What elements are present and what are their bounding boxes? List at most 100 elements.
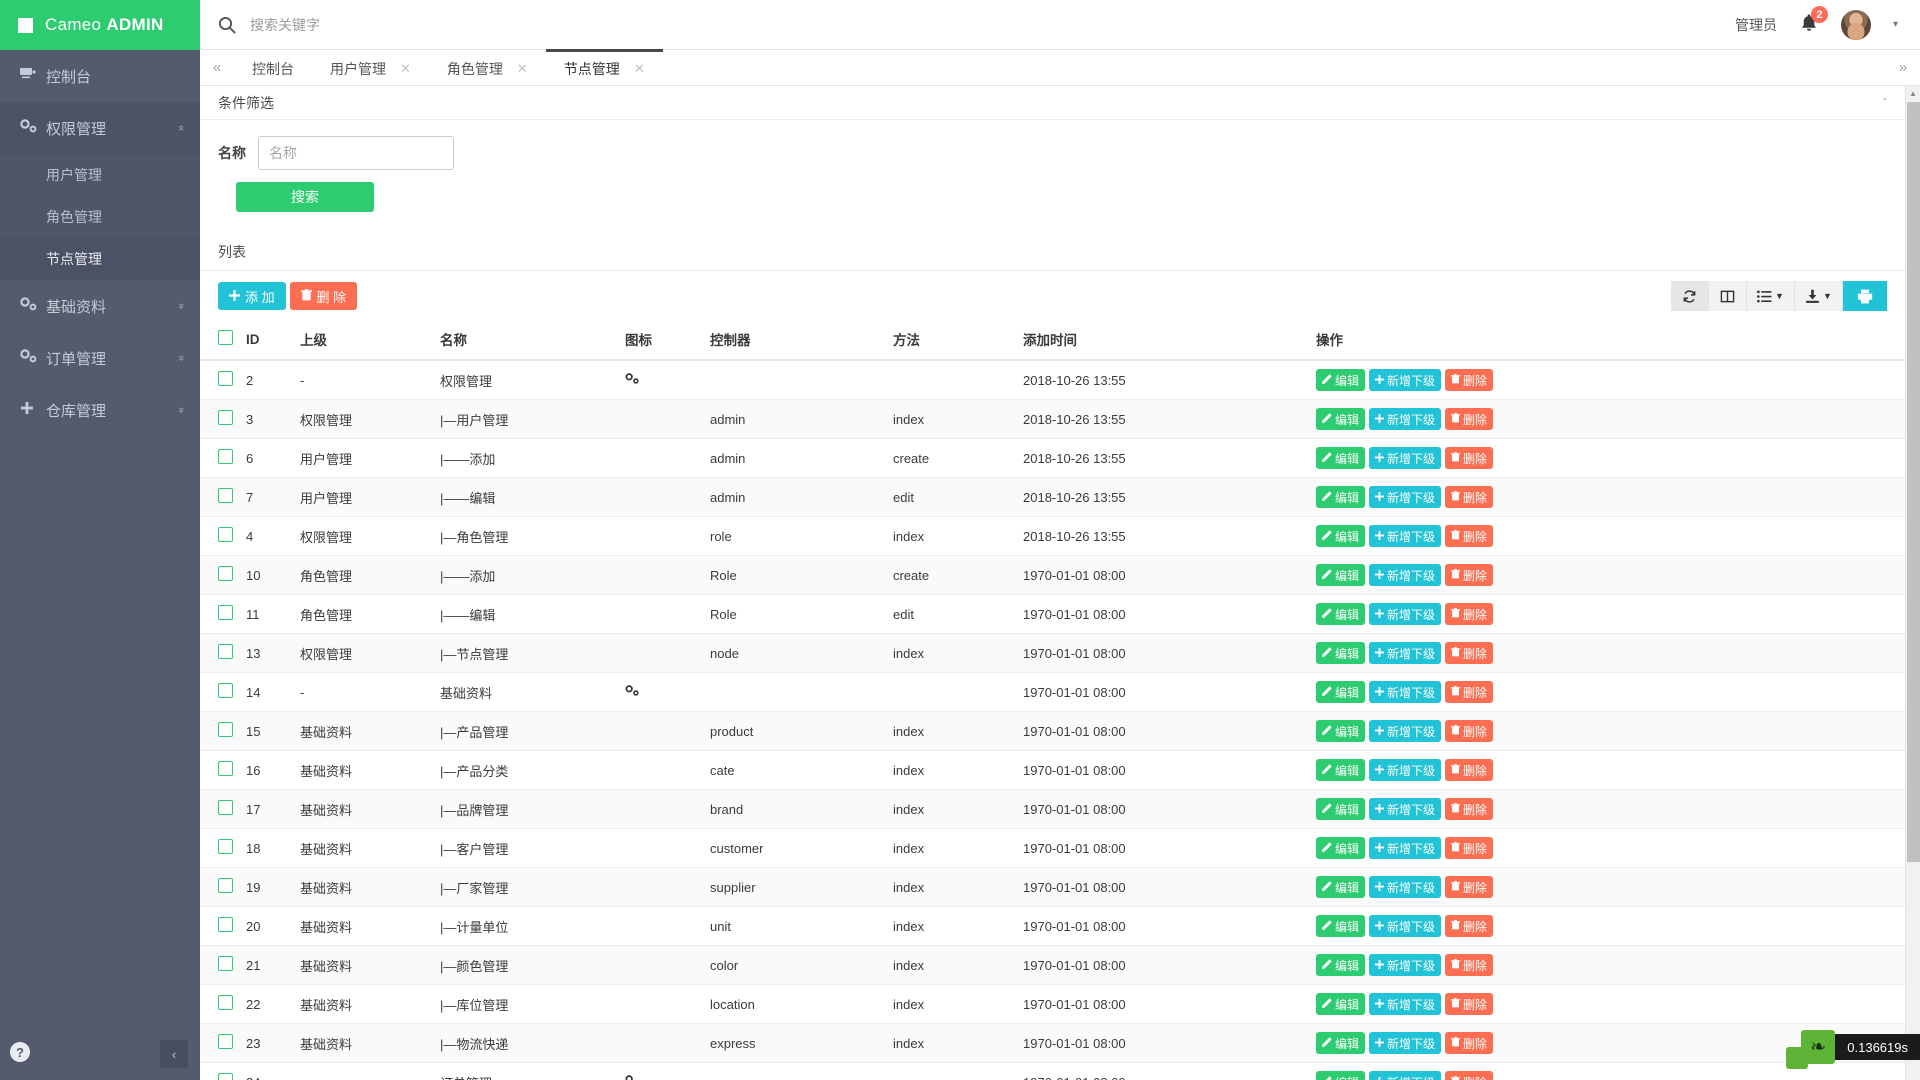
sidebar-item-basic-data[interactable]: 基础资料 »	[0, 280, 200, 332]
chevron-up-icon[interactable]: «	[175, 125, 187, 131]
row-add-child-button[interactable]: 新增下级	[1369, 642, 1442, 664]
row-add-child-button[interactable]: 新增下级	[1369, 798, 1442, 820]
row-add-child-button[interactable]: 新增下级	[1369, 954, 1442, 976]
row-add-child-button[interactable]: 新增下级	[1369, 564, 1442, 586]
row-delete-button[interactable]: 删除	[1445, 1071, 1494, 1080]
row-edit-button[interactable]: 编辑	[1316, 1032, 1366, 1054]
row-add-child-button[interactable]: 新增下级	[1369, 759, 1442, 781]
row-delete-button[interactable]: 删除	[1445, 564, 1494, 586]
table-row[interactable]: 17 基础资料 |—品牌管理 brand index 1970-01-01 08:00 编辑…	[200, 789, 1905, 829]
close-icon[interactable]: ✕	[400, 61, 411, 77]
row-edit-button[interactable]: 编辑	[1316, 486, 1366, 508]
row-delete-button[interactable]: 删除	[1445, 915, 1494, 937]
row-edit-button[interactable]: 编辑	[1316, 1071, 1366, 1080]
tab-2[interactable]: 角色管理 ✕	[429, 49, 546, 85]
row-edit-button[interactable]: 编辑	[1316, 681, 1366, 703]
row-add-child-button[interactable]: 新增下级	[1369, 1071, 1442, 1080]
row-add-child-button[interactable]: 新增下级	[1369, 993, 1442, 1015]
sidebar-item-orders[interactable]: 订单管理 »	[0, 332, 200, 384]
row-add-child-button[interactable]: 新增下级	[1369, 447, 1442, 469]
tab-3[interactable]: 节点管理 ✕	[545, 49, 663, 85]
tab-scroll-left-button[interactable]: «	[200, 50, 234, 85]
row-delete-button[interactable]: 删除	[1445, 369, 1494, 391]
vertical-scrollbar[interactable]: ▲	[1905, 86, 1920, 1080]
sidebar-item-warehouse[interactable]: 仓库管理 »	[0, 384, 200, 436]
print-icon[interactable]	[1843, 281, 1887, 311]
row-checkbox[interactable]	[218, 878, 233, 893]
row-edit-button[interactable]: 编辑	[1316, 993, 1366, 1015]
row-checkbox[interactable]	[218, 956, 233, 971]
column-header-icon[interactable]: 图标	[619, 319, 704, 361]
row-edit-button[interactable]: 编辑	[1316, 720, 1366, 742]
table-row[interactable]: 20 基础资料 |—计量单位 unit index 1970-01-01 08:00 编辑 新…	[200, 906, 1905, 946]
table-row[interactable]: 4 权限管理 |—角色管理 role index 2018-10-26 13:55 编辑 新增…	[200, 516, 1905, 556]
row-checkbox[interactable]	[218, 683, 233, 698]
sidebar-item-nodes[interactable]: 节点管理	[0, 238, 200, 280]
list-view-icon[interactable]: ▼	[1747, 281, 1795, 311]
row-delete-button[interactable]: 删除	[1445, 486, 1494, 508]
row-checkbox[interactable]	[218, 995, 233, 1010]
close-icon[interactable]: ✕	[517, 61, 528, 77]
row-edit-button[interactable]: 编辑	[1316, 642, 1366, 664]
table-row[interactable]: 18 基础资料 |—客户管理 customer index 1970-01-01 08:0…	[200, 828, 1905, 868]
table-row[interactable]: 2- 权限管理 2018-10-26 13:55 编辑 新增下级 删除	[200, 360, 1905, 400]
row-checkbox[interactable]	[218, 1073, 233, 1080]
table-row[interactable]: 11 角色管理 |——编辑 Role edit 1970-01-01 08:00 编辑 新增下…	[200, 594, 1905, 634]
row-add-child-button[interactable]: 新增下级	[1369, 1032, 1442, 1054]
row-checkbox[interactable]	[218, 917, 233, 932]
sidebar-collapse-button[interactable]: ‹	[160, 1040, 188, 1068]
help-icon[interactable]: ?	[10, 1042, 30, 1062]
row-delete-button[interactable]: 删除	[1445, 408, 1494, 430]
row-add-child-button[interactable]: 新增下级	[1369, 408, 1442, 430]
row-add-child-button[interactable]: 新增下级	[1369, 486, 1442, 508]
row-checkbox[interactable]	[218, 1034, 233, 1049]
row-edit-button[interactable]: 编辑	[1316, 837, 1366, 859]
row-delete-button[interactable]: 删除	[1445, 876, 1494, 898]
row-checkbox[interactable]	[218, 761, 233, 776]
notifications-button[interactable]: 2	[1799, 6, 1828, 36]
row-add-child-button[interactable]: 新增下级	[1369, 525, 1442, 547]
row-checkbox[interactable]	[218, 722, 233, 737]
table-row[interactable]: 14- 基础资料 1970-01-01 08:00 编辑 新增下级 删除	[200, 672, 1905, 712]
sidebar-item-users[interactable]: 用户管理	[0, 154, 200, 196]
scroll-up-arrow[interactable]: ▲	[1906, 86, 1920, 101]
brand-logo[interactable]: Cameo ADMIN	[0, 0, 200, 50]
row-edit-button[interactable]: 编辑	[1316, 525, 1366, 547]
row-edit-button[interactable]: 编辑	[1316, 408, 1366, 430]
column-header-controller[interactable]: 控制器	[704, 319, 887, 361]
row-delete-button[interactable]: 删除	[1445, 603, 1494, 625]
row-checkbox[interactable]	[218, 410, 233, 425]
columns-icon[interactable]	[1709, 281, 1747, 311]
row-delete-button[interactable]: 删除	[1445, 642, 1494, 664]
table-row[interactable]: 19 基础资料 |—厂家管理 supplier index 1970-01-01 08:0…	[200, 867, 1905, 907]
row-edit-button[interactable]: 编辑	[1316, 564, 1366, 586]
row-checkbox[interactable]	[218, 488, 233, 503]
chevron-down-icon[interactable]: ˇ	[1883, 96, 1887, 110]
select-all-checkbox[interactable]	[218, 330, 233, 345]
row-add-child-button[interactable]: 新增下级	[1369, 876, 1442, 898]
row-edit-button[interactable]: 编辑	[1316, 876, 1366, 898]
row-add-child-button[interactable]: 新增下级	[1369, 837, 1442, 859]
row-checkbox[interactable]	[218, 371, 233, 386]
close-icon[interactable]: ✕	[634, 61, 645, 77]
tab-0[interactable]: 控制台	[234, 49, 312, 85]
filter-search-button[interactable]: 搜索	[236, 182, 374, 212]
sidebar-item-roles[interactable]: 角色管理	[0, 196, 200, 238]
row-delete-button[interactable]: 删除	[1445, 525, 1494, 547]
thinkphp-leaf-icon[interactable]: ❧	[1786, 1030, 1836, 1069]
column-header-name[interactable]: 名称	[434, 319, 619, 361]
debug-timer-widget[interactable]: ❧ 0.136619s	[1786, 1030, 1920, 1069]
column-header-time[interactable]: 添加时间	[1017, 319, 1310, 361]
admin-name-label[interactable]: 管理员	[1735, 15, 1777, 35]
row-delete-button[interactable]: 删除	[1445, 954, 1494, 976]
global-search[interactable]	[200, 16, 1735, 34]
row-add-child-button[interactable]: 新增下级	[1369, 915, 1442, 937]
table-row[interactable]: 24-订单管理 1970-01-01 08:00 编辑 新增下级 删除	[200, 1062, 1905, 1080]
name-filter-input[interactable]	[258, 136, 454, 170]
column-header-parent[interactable]: 上级	[294, 319, 434, 361]
tab-1[interactable]: 用户管理 ✕	[312, 49, 429, 85]
table-row[interactable]: 10 角色管理 |——添加 Role create 1970-01-01 08:00 编辑 新…	[200, 555, 1905, 595]
row-checkbox[interactable]	[218, 527, 233, 542]
row-checkbox[interactable]	[218, 566, 233, 581]
row-add-child-button[interactable]: 新增下级	[1369, 603, 1442, 625]
